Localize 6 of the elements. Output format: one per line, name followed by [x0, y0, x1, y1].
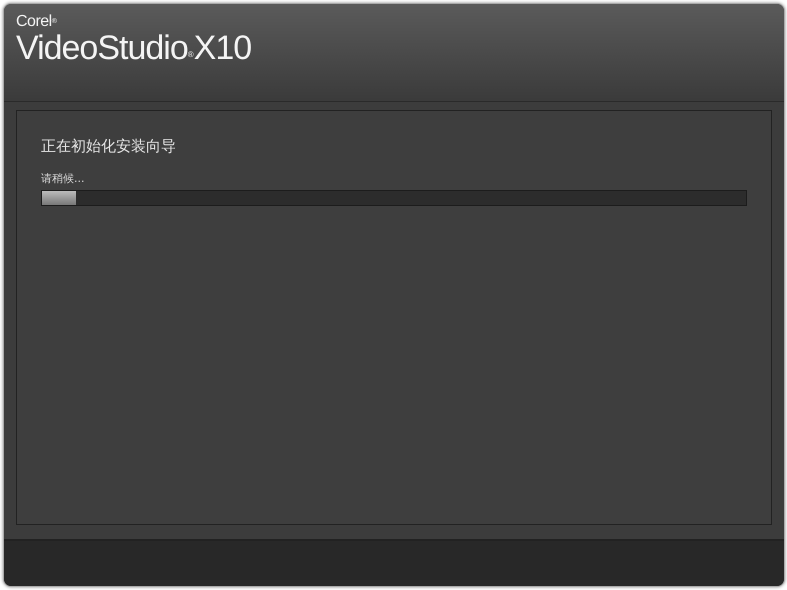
panel-heading: 正在初始化安装向导 — [41, 136, 177, 157]
registered-mark: ® — [188, 50, 194, 59]
brand-name: Corel — [16, 13, 52, 30]
product-name: VideoStudio — [16, 29, 188, 67]
version-label: X10 — [194, 29, 252, 67]
status-text: 请稍候... — [41, 171, 86, 187]
